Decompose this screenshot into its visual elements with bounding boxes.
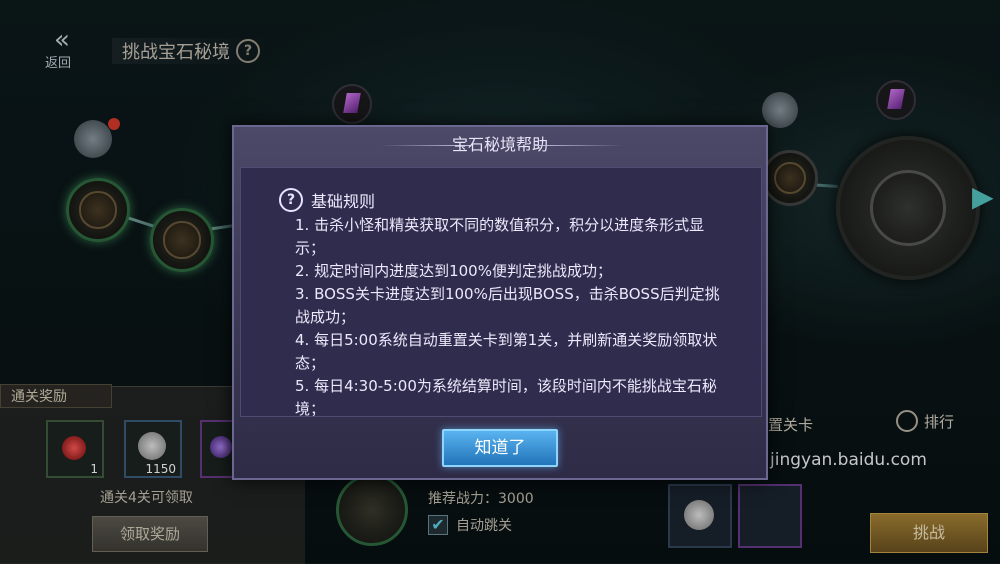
rule-item: 1. 击杀小怪和精英获取不同的数值积分，积分以进度条形式显示； — [295, 216, 705, 257]
rule-item: 2. 规定时间内进度达到100%便判定挑战成功； — [295, 262, 612, 280]
help-dialog: 宝石秘境帮助 ? 基础规则 1. 击杀小怪和精英获取不同的数值积分，积分以进度条… — [232, 125, 768, 480]
rule-item: 4. 每日5:00系统自动重置关卡到第1关，并刷新通关奖励领取状态； — [295, 331, 718, 372]
help-icon: ? — [279, 188, 303, 212]
dialog-header: 宝石秘境帮助 — [234, 127, 766, 165]
rules-heading: ? 基础规则 — [279, 188, 375, 212]
rule-item: 3. BOSS关卡进度达到100%后出现BOSS，击杀BOSS后判定挑战成功； — [295, 285, 720, 326]
rules-list: 1. 击杀小怪和精英获取不同的数值积分，积分以进度条形式显示； 2. 规定时间内… — [295, 214, 725, 417]
rule-item: 5. 每日4:30-5:00为系统结算时间，该段时间内不能挑战宝石秘境； — [295, 377, 717, 417]
dialog-content[interactable]: ? 基础规则 1. 击杀小怪和精英获取不同的数值积分，积分以进度条形式显示； 2… — [240, 167, 762, 417]
rules-section-title: 基础规则 — [311, 192, 376, 211]
header-ornament — [534, 145, 624, 146]
ok-button[interactable]: 知道了 — [442, 429, 558, 467]
